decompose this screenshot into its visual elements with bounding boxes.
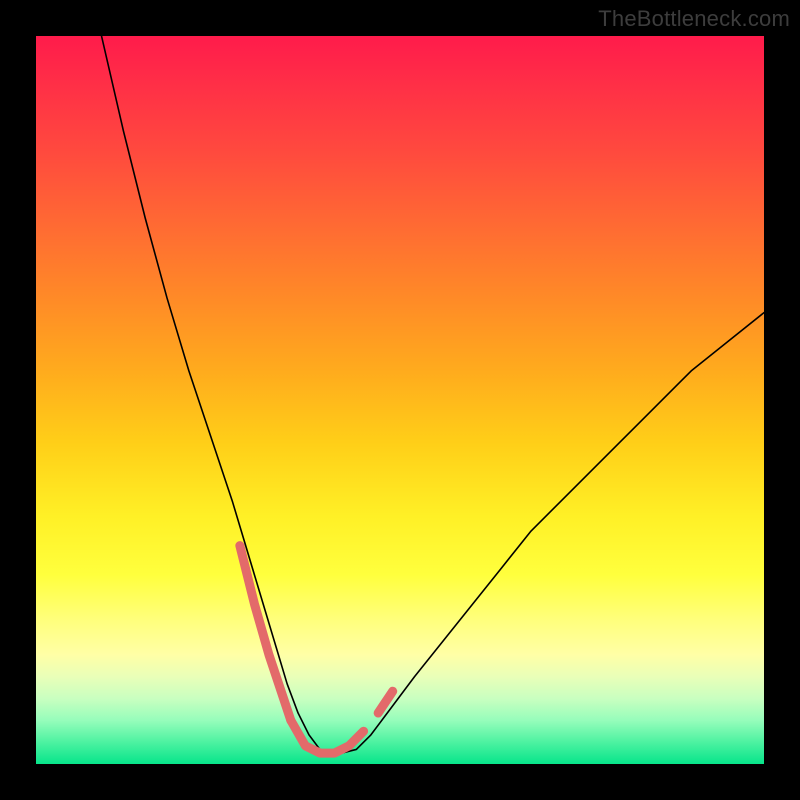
plot-area [36,36,764,764]
curve-layer [36,36,764,764]
series-highlight-left [240,546,291,721]
series-curve [102,36,764,753]
watermark-text: TheBottleneck.com [598,6,790,32]
chart-frame: TheBottleneck.com [0,0,800,800]
series-highlight-bottom [291,720,364,753]
